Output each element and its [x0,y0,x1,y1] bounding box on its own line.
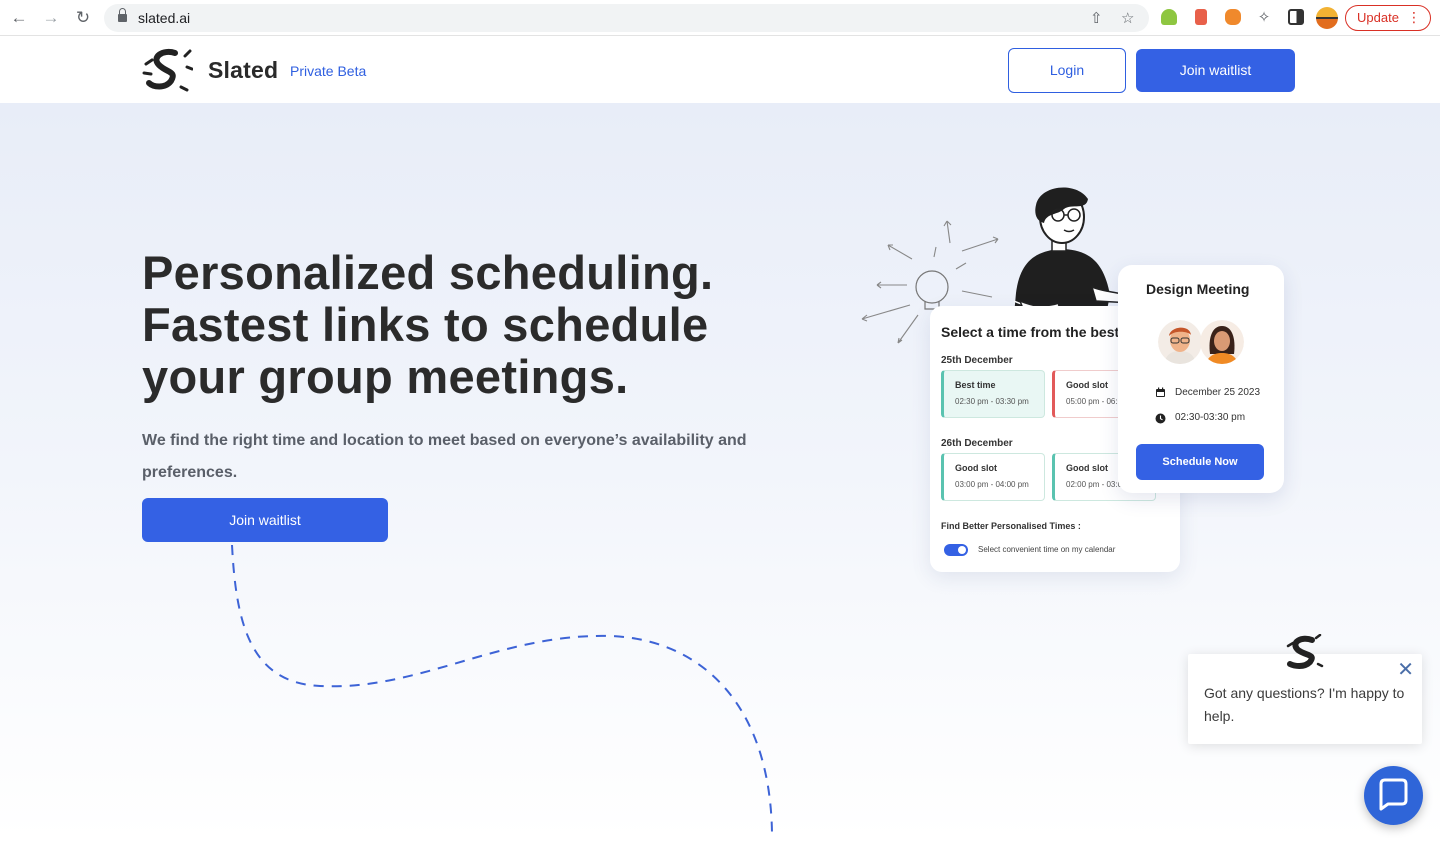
lock-icon [118,8,127,23]
bookmark-star-icon[interactable]: ☆ [1121,9,1134,27]
chat-message: Got any questions? I'm happy to help. [1204,685,1405,724]
url-text: slated.ai [138,10,191,26]
avatar [1200,320,1244,364]
slot-time: 03:00 pm - 04:00 pm [955,480,1029,489]
calendar-toggle[interactable] [944,544,968,556]
slot-name: Good slot [955,463,997,473]
side-panel-icon[interactable] [1288,9,1304,25]
puzzle-extensions-icon[interactable]: ✧ [1253,8,1275,28]
time-slot[interactable]: Good slot 03:00 pm - 04:00 pm [941,453,1045,501]
hero-headline: Personalized scheduling. Fastest links t… [142,247,713,403]
share-icon[interactable]: ⇧ [1090,9,1103,27]
brand-name[interactable]: Slated [208,57,278,84]
android-extension-icon[interactable] [1161,9,1177,25]
login-button[interactable]: Login [1008,48,1126,93]
update-button[interactable]: Update ⋮ [1345,5,1431,31]
time-slot-best[interactable]: Best time 02:30 pm - 03:30 pm [941,370,1045,418]
slot-time: 02:30 pm - 03:30 pm [955,397,1029,406]
calendar-toggle-label: Select convenient time on my calendar [978,545,1116,554]
headline-line-1: Personalized scheduling. [142,246,714,299]
clock-icon [1155,413,1166,424]
schedule-card-title: Select a time from the best [941,324,1120,340]
calendar-icon [1156,387,1165,397]
headline-line-2: Fastest links to schedule [142,298,709,351]
meeting-title: Design Meeting [1146,281,1250,297]
metamask-icon[interactable] [1225,9,1241,25]
avatar [1158,320,1202,364]
slated-logo-icon[interactable] [141,47,193,93]
slot-name: Good slot [1066,463,1108,473]
chat-launcher-button[interactable] [1364,766,1423,825]
browser-toolbar: ← → ↻ slated.ai ⇧ ☆ ✧ Update ⋮ [0,0,1440,36]
meeting-time: 02:30-03:30 pm [1175,412,1246,423]
day-label-2: 26th December [941,438,1013,449]
headline-line-3: your group meetings. [142,350,629,403]
find-times-label: Find Better Personalised Times : [941,521,1081,531]
chat-bubble-icon [1379,778,1408,811]
more-vert-icon: ⋮ [1407,9,1421,25]
close-icon[interactable]: ✕ [1397,660,1414,680]
meeting-date: December 25 2023 [1175,387,1261,398]
slot-name: Best time [955,380,996,390]
slated-chat-logo-icon [1286,634,1324,669]
meeting-card: Design Meeting December 25 2023 02:30-03… [1118,265,1284,493]
extension-icon[interactable] [1195,9,1207,25]
back-icon[interactable]: ← [8,8,30,28]
profile-avatar[interactable] [1316,7,1338,29]
update-label: Update [1357,10,1399,25]
slot-name: Good slot [1066,380,1108,390]
schedule-now-button[interactable]: Schedule Now [1136,444,1264,480]
reload-icon[interactable]: ↻ [72,8,94,28]
site-header: Slated Private Beta Login Join waitlist [0,36,1440,103]
forward-icon[interactable]: → [40,8,62,28]
private-beta-label: Private Beta [290,63,367,79]
join-waitlist-hero-button[interactable]: Join waitlist [142,498,388,542]
hero-subtext: We find the right time and location to m… [142,432,747,481]
address-bar[interactable]: slated.ai ⇧ ☆ [104,4,1149,32]
join-waitlist-header-button[interactable]: Join waitlist [1136,49,1295,92]
day-label-1: 25th December [941,355,1013,366]
